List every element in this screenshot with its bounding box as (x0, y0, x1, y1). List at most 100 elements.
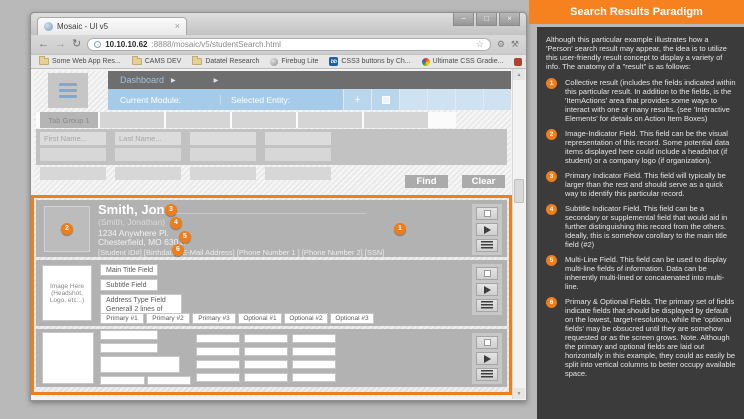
wireframe-cell (292, 334, 336, 343)
bookmark-item[interactable]: Datatel Research (192, 58, 259, 65)
search-input[interactable] (115, 167, 181, 180)
hamburger-icon (59, 83, 77, 86)
search-form-panel: First Name... Last Name... (36, 129, 507, 165)
last-name-input[interactable]: Last Name... (115, 132, 181, 145)
address-type-field: Address Type Field Generall 2 lines of s… (100, 294, 182, 314)
search-input[interactable] (265, 167, 331, 180)
tab-placeholder[interactable] (100, 112, 164, 128)
wireframe-cell (196, 360, 240, 369)
close-button[interactable]: × (499, 13, 520, 26)
clear-button[interactable]: Clear (462, 175, 505, 188)
list-icon (481, 370, 493, 379)
entity-square-button[interactable] (371, 89, 399, 110)
primary-field-chip: Primary #3 (192, 313, 236, 324)
item-number-badge: 1 (546, 78, 557, 89)
open-result-button[interactable] (476, 283, 498, 296)
maximize-button[interactable]: □ (476, 13, 497, 26)
javascript-icon (514, 58, 522, 66)
select-result-button[interactable] (476, 267, 498, 280)
breadcrumb-arrow-icon: ▶ (214, 77, 219, 84)
entity-action-cell[interactable] (427, 89, 455, 110)
result-menu-button[interactable] (476, 368, 498, 381)
scroll-down-icon[interactable]: ▼ (513, 388, 525, 399)
wireframe-cell (244, 360, 288, 369)
entity-action-cell[interactable] (455, 89, 483, 110)
search-input[interactable] (265, 148, 331, 161)
result-menu-button[interactable] (476, 239, 498, 252)
minimize-button[interactable]: − (453, 13, 474, 26)
annotation-badge: 2 (61, 223, 73, 235)
search-input[interactable] (40, 148, 106, 161)
primary-field-chip: Primary #2 (146, 313, 190, 324)
wireframe-cell (244, 334, 288, 343)
breadcrumb[interactable]: Dashboard (120, 75, 164, 85)
firebug-icon (270, 58, 278, 66)
select-result-button[interactable] (476, 207, 498, 220)
tab-placeholder[interactable] (298, 112, 362, 128)
desktop: Mosaic - UI v5 × − □ × ← → ↻ 10.10.10.62… (0, 0, 744, 419)
entity-actions: + (343, 89, 511, 110)
open-result-button[interactable] (476, 223, 498, 236)
scroll-up-icon[interactable]: ▲ (513, 69, 525, 80)
add-entity-button[interactable]: + (343, 89, 371, 110)
tab-group-1[interactable]: Tab Group 1 (40, 112, 98, 128)
panel-item-text: Primary & Optional Fields. The primary s… (565, 297, 736, 378)
result-subtitle: (Smith, Jonathan) (98, 217, 165, 227)
breadcrumb-bar: Dashboard ▶ ▶ (108, 71, 511, 89)
tab-title: Mosaic - UI v5 (57, 22, 171, 31)
search-input[interactable] (190, 132, 256, 145)
bookmark-item[interactable]: Ultimate CSS Gradie... (422, 58, 504, 66)
result-card-wireframe[interactable]: Image Here (Headshot, Logo, etc...) Main… (36, 260, 507, 326)
first-name-input[interactable]: First Name... (40, 132, 106, 145)
panel-title: Search Results Paradigm (529, 0, 744, 24)
search-input[interactable] (115, 148, 181, 161)
list-icon (481, 241, 493, 250)
bookmark-item[interactable]: Firebug Lite (270, 58, 318, 66)
find-button[interactable]: Find (405, 175, 448, 188)
address-bar[interactable]: 10.10.10.62 :8888/mosaic/v5/studentSearc… (87, 38, 491, 51)
bookmark-item[interactable]: bbCSS3 buttons by Ch... (329, 57, 410, 66)
annotation-badge: 1 (394, 223, 406, 235)
panel-item-text: Subtitle Indicator Field. This field can… (565, 204, 727, 249)
bookmark-item[interactable]: Some Web App Res... (39, 58, 121, 65)
entity-action-cell[interactable] (399, 89, 427, 110)
tab-placeholder[interactable] (232, 112, 296, 128)
search-input[interactable] (40, 167, 106, 180)
scrollbar-thumb[interactable] (514, 179, 524, 203)
item-number-badge: 4 (546, 204, 557, 215)
tab-close-icon[interactable]: × (175, 22, 180, 31)
tab-favicon-icon (44, 22, 53, 31)
wrench-icon[interactable]: ⚒ (511, 39, 519, 50)
result-card-wireframe[interactable] (36, 329, 507, 387)
search-input[interactable] (190, 148, 256, 161)
tab-placeholder[interactable] (364, 112, 428, 128)
optional-field-chip: Optional #3 (330, 313, 374, 324)
bookmark-star-icon[interactable]: ☆ (476, 39, 484, 50)
page-menu-icon[interactable]: ⚙ (497, 39, 505, 50)
reload-icon[interactable]: ↻ (72, 39, 81, 50)
tab-placeholder[interactable] (166, 112, 230, 128)
main-title-field: Main Title Field (100, 264, 158, 276)
wireframe-cell (292, 347, 336, 356)
browser-tab[interactable]: Mosaic - UI v5 × (37, 17, 187, 35)
url-path: :8888/mosaic/v5/studentSearch.html (151, 40, 280, 49)
bookmark-item[interactable]: Online JavaScript be... (514, 58, 526, 66)
breadcrumb-arrow-icon: ▶ (171, 77, 176, 84)
result-menu-button[interactable] (476, 299, 498, 312)
open-result-button[interactable] (476, 352, 498, 365)
app-menu-button[interactable] (48, 73, 88, 108)
search-input[interactable] (265, 132, 331, 145)
page-scrollbar[interactable]: ▲ ▼ (512, 69, 525, 399)
search-input[interactable] (190, 167, 256, 180)
gradient-icon (422, 58, 430, 66)
back-icon[interactable]: ← (38, 39, 49, 50)
entity-action-cell[interactable] (483, 89, 511, 110)
forward-icon[interactable]: → (55, 39, 66, 50)
folder-icon (192, 58, 202, 65)
panel-item: 6 Primary & Optional Fields. The primary… (546, 297, 736, 378)
play-icon (484, 226, 491, 234)
bookmark-item[interactable]: CAMS DEV (132, 58, 182, 65)
result-card[interactable]: 2 Smith, Jon 3 (Smith, Jonathan) 4 1234 … (36, 200, 507, 257)
list-icon (481, 301, 493, 310)
select-result-button[interactable] (476, 336, 498, 349)
